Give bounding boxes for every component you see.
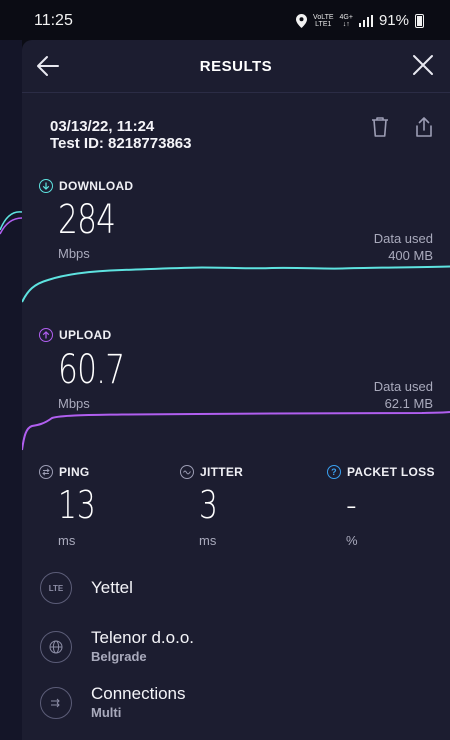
upload-label-group: UPLOAD (39, 328, 111, 342)
upload-arrow-icon (39, 328, 53, 342)
share-icon[interactable] (413, 116, 435, 138)
server-location: Belgrade (91, 649, 147, 664)
connections-icon (40, 686, 72, 719)
packet-loss-label-group: ? PACKET LOSS (327, 465, 435, 479)
download-unit: Mbps (58, 246, 90, 261)
globe-icon (40, 630, 72, 663)
jitter-unit: ms (199, 533, 217, 548)
background-app (0, 40, 22, 740)
jitter-label: JITTER (200, 465, 244, 479)
battery-icon (415, 13, 424, 28)
provider-name: Yettel (91, 578, 133, 597)
download-label: DOWNLOAD (59, 179, 134, 193)
download-value: 284 (58, 197, 116, 243)
help-icon[interactable]: ? (327, 465, 341, 479)
page-title: RESULTS (199, 58, 273, 75)
packet-loss-value: - (346, 483, 357, 527)
download-data-used-label: Data used (373, 231, 433, 246)
upload-data-used-label: Data used (373, 379, 433, 394)
header-divider (22, 92, 450, 93)
results-sheet: RESULTS 03/13/22, 11:24 Test ID: 8218773… (22, 40, 450, 740)
signal-icon (358, 14, 373, 27)
packet-loss-label: PACKET LOSS (347, 465, 435, 479)
upload-graph (22, 411, 450, 451)
connections-row: Connections Multi (40, 684, 186, 721)
download-graph (22, 265, 450, 303)
trash-icon[interactable] (369, 116, 391, 138)
network-type-indicator: 4G+ ↓↑ (339, 13, 353, 28)
top-bar: RESULTS (22, 40, 450, 92)
download-arrow-icon (39, 179, 53, 193)
test-datetime: 03/13/22, 11:24 (50, 118, 155, 135)
test-meta: 03/13/22, 11:24 Test ID: 8218773863 (50, 118, 191, 152)
connections-value: Multi (91, 705, 122, 720)
status-time: 11:25 (34, 12, 73, 29)
ping-label: PING (59, 465, 90, 479)
upload-value: 60.7 (58, 347, 125, 393)
packet-loss-unit: % (346, 533, 358, 548)
close-icon[interactable] (410, 52, 436, 78)
download-data-used: Data used 400 MB (374, 230, 433, 264)
server-row: Telenor d.o.o. Belgrade (40, 628, 194, 665)
jitter-label-group: JITTER (180, 465, 243, 479)
jitter-value: 3 (199, 483, 218, 527)
network-indicator: VoLTE LTE1 (313, 13, 334, 28)
ping-value: 13 (58, 483, 96, 527)
battery-percent: 91% (378, 12, 409, 29)
server-name: Telenor d.o.o. (91, 628, 195, 647)
provider-row: LTE Yettel (40, 572, 133, 604)
connections-label: Connections (91, 684, 186, 703)
download-label-group: DOWNLOAD (39, 179, 133, 193)
location-icon (296, 13, 308, 28)
upload-label: UPLOAD (59, 328, 112, 342)
status-bar: 11:25 VoLTE LTE1 4G+ ↓↑ 91% (0, 0, 450, 40)
ping-icon (39, 465, 53, 479)
status-icons: VoLTE LTE1 4G+ ↓↑ 91% (296, 12, 424, 29)
background-graph (0, 211, 22, 235)
jitter-icon (180, 465, 194, 479)
test-id: Test ID: 8218773863 (50, 135, 192, 152)
ping-label-group: PING (39, 465, 90, 479)
ping-unit: ms (58, 533, 76, 548)
lte-icon: LTE (40, 572, 72, 604)
